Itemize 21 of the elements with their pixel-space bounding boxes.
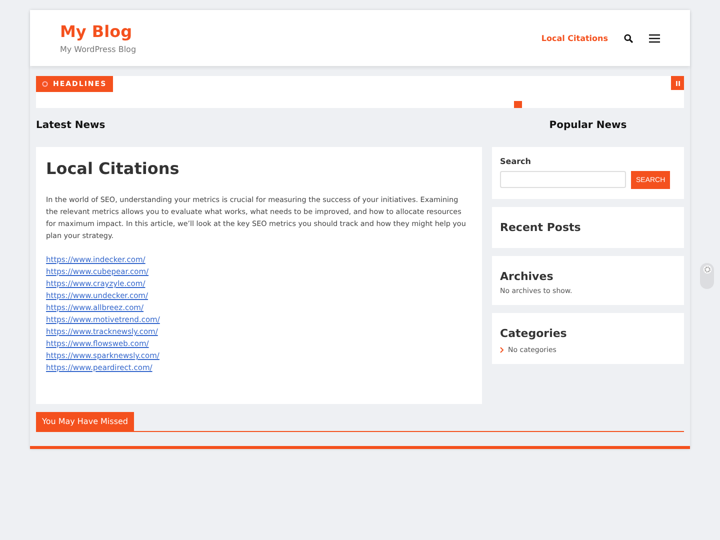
settings-icon bbox=[702, 265, 712, 274]
section-heading: You May Have Missed bbox=[36, 412, 134, 431]
site-title[interactable]: My Blog bbox=[60, 22, 136, 41]
pause-icon bbox=[676, 80, 680, 86]
circle-icon bbox=[42, 81, 48, 87]
section-heading: Latest News bbox=[36, 119, 106, 133]
site-tagline: My WordPress Blog bbox=[60, 45, 136, 54]
widget-title: Recent Posts bbox=[500, 221, 582, 234]
nav-link[interactable]: Local Citations bbox=[541, 34, 608, 42]
post-title: Local Citations bbox=[46, 159, 180, 178]
settings-toggle[interactable] bbox=[700, 263, 714, 289]
search-field[interactable] bbox=[500, 171, 626, 188]
pause-button[interactable] bbox=[671, 76, 684, 90]
menu-icon[interactable] bbox=[649, 34, 660, 42]
section-heading: Popular News bbox=[548, 119, 628, 133]
widget-title: Archives bbox=[500, 270, 554, 283]
chevron-icon bbox=[500, 347, 504, 353]
ticker-marker bbox=[514, 101, 522, 108]
widget-title: Categories bbox=[500, 327, 568, 340]
search-label: Search bbox=[500, 157, 532, 166]
search-icon[interactable] bbox=[624, 34, 633, 42]
